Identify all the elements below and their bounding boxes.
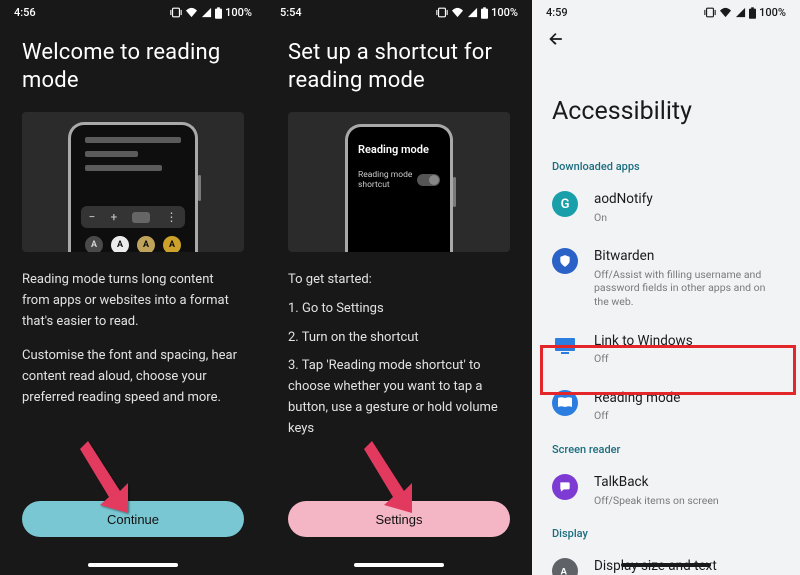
settings-button[interactable]: Settings: [288, 501, 510, 537]
signal-icon: [201, 7, 212, 18]
body-text: Reading mode turns long content from app…: [0, 252, 266, 409]
linktowindows-icon: [552, 333, 578, 359]
step2: 2. Turn on the shortcut: [288, 328, 510, 349]
status-bar: 4:59 100%: [532, 0, 800, 21]
status-time: 4:56: [14, 6, 36, 19]
battery-icon: [481, 7, 488, 19]
mini-phone: −+ ⋮ A A A A: [68, 122, 198, 252]
wifi-icon: [719, 7, 732, 18]
status-right: 100%: [436, 6, 518, 19]
aodnotify-icon: G: [552, 191, 578, 217]
toggle-icon: [417, 174, 440, 186]
status-time: 5:54: [280, 6, 302, 19]
wifi-icon: [185, 7, 198, 18]
svg-text:A: A: [560, 567, 567, 575]
bitwarden-icon: [552, 248, 578, 274]
page-title: Welcome to reading mode: [0, 21, 266, 112]
item-displaysize[interactable]: A Display size and text: [532, 546, 800, 575]
status-bar: 4:56 100%: [0, 0, 266, 21]
item-title: TalkBack: [594, 474, 780, 492]
illustration-welcome: −+ ⋮ A A A A: [22, 112, 244, 252]
illus-row-label: Reading mode shortcut: [358, 170, 417, 190]
readingmode-icon: [552, 390, 578, 416]
status-battery: 100%: [225, 6, 252, 19]
status-right: 100%: [704, 6, 786, 19]
item-talkback[interactable]: TalkBack Off/Speak items on screen: [532, 462, 800, 519]
battery-icon: [749, 7, 756, 19]
item-sub: Off/Assist with filling username and pas…: [594, 268, 780, 309]
welcome-para1: Reading mode turns long content from app…: [22, 270, 244, 332]
vibrate-icon: [704, 7, 716, 18]
item-linktowindows[interactable]: Link to Windows Off: [532, 321, 800, 378]
battery-icon: [215, 7, 222, 19]
talkback-icon: [552, 474, 578, 500]
page-title: Set up a shortcut for reading mode: [266, 21, 532, 112]
intro-text: To get started:: [288, 270, 510, 291]
gesture-bar[interactable]: [88, 563, 178, 567]
body-text: To get started: 1. Go to Settings 2. Tur…: [266, 252, 532, 440]
illustration-shortcut: Reading mode Reading mode shortcut: [288, 112, 510, 252]
item-sub: Off/Speak items on screen: [594, 494, 780, 508]
vibrate-icon: [170, 7, 182, 18]
step1: 1. Go to Settings: [288, 299, 510, 320]
item-title: Bitwarden: [594, 248, 780, 266]
screen-shortcut-setup: 5:54 100% Set up a shortcut for reading …: [266, 0, 532, 575]
illus-title: Reading mode: [358, 143, 440, 156]
section-display: Display: [532, 519, 800, 546]
screen-accessibility: 4:59 100% Accessibility Downloaded apps …: [532, 0, 800, 575]
item-sub: Off: [594, 409, 780, 423]
status-time: 4:59: [546, 6, 568, 19]
signal-icon: [467, 7, 478, 18]
status-bar: 5:54 100%: [266, 0, 532, 21]
wifi-icon: [451, 7, 464, 18]
item-readingmode[interactable]: Reading mode Off: [532, 378, 800, 435]
welcome-para2: Customise the font and spacing, hear con…: [22, 346, 244, 408]
step3: 3. Tap 'Reading mode shortcut' to choose…: [288, 356, 510, 439]
signal-icon: [735, 7, 746, 18]
screen-welcome: 4:56 100% Welcome to reading mode −+ ⋮ A…: [0, 0, 266, 575]
status-battery: 100%: [759, 6, 786, 19]
item-aodnotify[interactable]: G aodNotify On: [532, 179, 800, 236]
back-icon[interactable]: [546, 29, 566, 49]
status-battery: 100%: [491, 6, 518, 19]
item-title: Reading mode: [594, 390, 780, 408]
item-title: aodNotify: [594, 191, 780, 209]
continue-button[interactable]: Continue: [22, 501, 244, 537]
displaysize-icon: A: [552, 558, 578, 575]
item-bitwarden[interactable]: Bitwarden Off/Assist with filling userna…: [532, 236, 800, 320]
item-title: Link to Windows: [594, 333, 780, 351]
mini-phone: Reading mode Reading mode shortcut: [345, 124, 453, 252]
page-title: Accessibility: [532, 61, 800, 152]
gesture-bar[interactable]: [621, 563, 711, 567]
section-screen-reader: Screen reader: [532, 435, 800, 462]
status-right: 100%: [170, 6, 252, 19]
gesture-bar[interactable]: [354, 563, 444, 567]
vibrate-icon: [436, 7, 448, 18]
item-sub: Off: [594, 352, 780, 366]
section-downloaded: Downloaded apps: [532, 152, 800, 179]
item-sub: On: [594, 211, 780, 225]
